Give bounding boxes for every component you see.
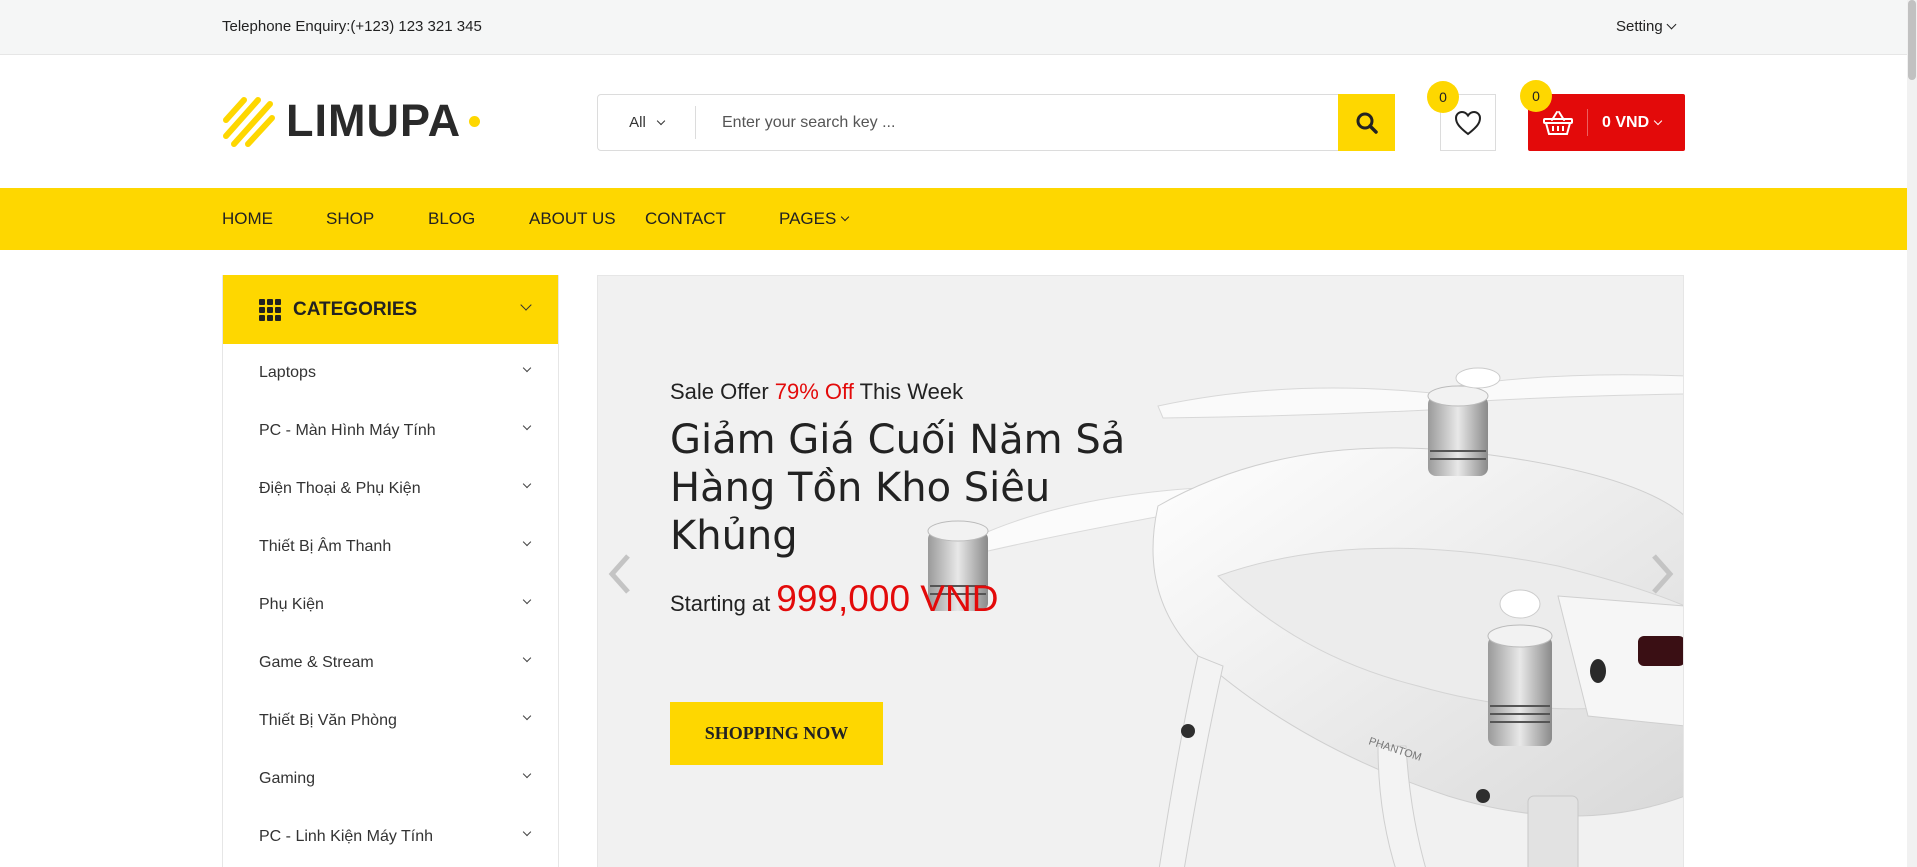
offer-suffix: This Week [853, 379, 964, 404]
cart-button[interactable]: 0 0 VND [1520, 80, 1685, 151]
category-label: Game & Stream [259, 654, 374, 671]
chevron-down-icon [522, 363, 532, 373]
logo-dot [469, 115, 481, 127]
site-header: LIMUPA All 0 0 [0, 56, 1907, 188]
nav-contact[interactable]: CONTACT [645, 209, 726, 229]
nav-home[interactable]: HOME [222, 209, 273, 229]
chevron-down-icon [522, 537, 532, 547]
hero-slider: PHANTOM Sale Offer 79% Off This Week Giả… [597, 275, 1684, 867]
chevron-down-icon [522, 769, 532, 779]
category-label: PC - Linh Kiện Máy Tính [259, 828, 434, 845]
categories-panel: CATEGORIES Laptops PC - Màn Hình Máy Tín… [222, 275, 559, 867]
price-value: 999,000 VND [776, 578, 999, 619]
drone-product-image: PHANTOM [927, 367, 1683, 867]
chevron-down-icon [1653, 116, 1663, 125]
logo-stripes-icon [223, 97, 275, 147]
category-item[interactable]: PC - Màn Hình Máy Tính [223, 402, 558, 460]
category-item[interactable]: Phụ Kiện [223, 576, 558, 634]
chevron-down-icon [522, 711, 532, 721]
offer-discount: 79% Off [774, 379, 854, 404]
category-item[interactable]: Game & Stream [223, 634, 558, 692]
wishlist-count-badge: 0 [1427, 81, 1459, 113]
slider-prev-arrow-icon[interactable] [608, 554, 632, 594]
sale-offer-text: Sale Offer 79% Off This Week [670, 379, 963, 405]
basket-icon [1528, 109, 1588, 136]
slider-next-arrow-icon[interactable] [1650, 554, 1674, 594]
category-label: Laptops [259, 364, 316, 381]
category-label: PC - Màn Hình Máy Tính [259, 422, 436, 439]
category-item[interactable]: Điện Thoại & Phụ Kiện [223, 460, 558, 518]
search-input[interactable] [696, 95, 1338, 150]
hero-price: Starting at 999,000 VND [670, 578, 998, 620]
category-item[interactable]: Thiết Bị Âm Thanh [223, 518, 558, 576]
chevron-down-icon [522, 479, 532, 489]
category-label: Thiết Bị Âm Thanh [259, 538, 392, 555]
logo-text: LIMUPA [286, 95, 462, 146]
category-item[interactable]: Thiết Bị Văn Phòng [223, 692, 558, 750]
chevron-down-icon [522, 421, 532, 431]
chevron-down-icon [522, 595, 532, 605]
category-item[interactable]: Gaming [223, 750, 558, 808]
hero-headline: Giảm Giá Cuối Năm Sả Hàng Tồn Kho Siêu K… [670, 417, 1126, 559]
category-item[interactable]: PC - Linh Kiện Máy Tính [223, 808, 558, 866]
categories-toggle[interactable]: CATEGORIES [223, 275, 558, 344]
scrollbar-thumb[interactable] [1908, 0, 1916, 80]
category-item[interactable]: Laptops [223, 344, 558, 402]
chevron-down-icon [1666, 19, 1677, 30]
category-label: Phụ Kiện [259, 596, 324, 613]
cart-total: 0 VND [1602, 113, 1663, 132]
search-category-select[interactable]: All [598, 106, 696, 139]
setting-label: Setting [1616, 18, 1663, 35]
nav-shop[interactable]: SHOP [326, 209, 374, 229]
site-logo[interactable]: LIMUPA [222, 92, 481, 150]
category-label: Điện Thoại & Phụ Kiện [259, 480, 421, 497]
top-bar: Telephone Enquiry:(+123) 123 321 345 Set… [0, 0, 1907, 55]
search-button[interactable] [1338, 94, 1395, 151]
main-nav: HOME SHOP BLOG ABOUT US CONTACT PAGES [0, 188, 1907, 250]
search-icon [1356, 112, 1378, 134]
shopping-now-button[interactable]: SHOPPING NOW [670, 702, 883, 765]
grid-icon [259, 298, 281, 321]
wishlist-button[interactable]: 0 [1427, 81, 1496, 151]
chevron-down-icon [522, 827, 532, 837]
cart-count-badge: 0 [1520, 80, 1552, 112]
chevron-down-icon [841, 212, 850, 222]
cart-total-value: 0 VND [1602, 113, 1650, 131]
chevron-down-icon [522, 653, 532, 663]
search-category-value: All [629, 114, 646, 131]
search-bar: All [597, 94, 1395, 151]
chevron-down-icon [520, 299, 532, 311]
category-label: Thiết Bị Văn Phòng [259, 712, 397, 729]
offer-prefix: Sale Offer [670, 379, 775, 404]
page-scrollbar[interactable] [1907, 0, 1917, 867]
categories-title: CATEGORIES [293, 298, 418, 320]
category-label: Gaming [259, 770, 316, 787]
setting-dropdown[interactable]: Setting [1616, 18, 1677, 35]
nav-blog[interactable]: BLOG [428, 209, 475, 229]
nav-pages[interactable]: PAGES [779, 209, 850, 229]
nav-pages-label: PAGES [779, 209, 837, 228]
heart-icon [1454, 110, 1482, 135]
nav-about-us[interactable]: ABOUT US [529, 209, 616, 229]
chevron-down-icon [656, 116, 666, 125]
telephone-enquiry: Telephone Enquiry:(+123) 123 321 345 [222, 18, 482, 35]
price-label: Starting at [670, 591, 771, 616]
